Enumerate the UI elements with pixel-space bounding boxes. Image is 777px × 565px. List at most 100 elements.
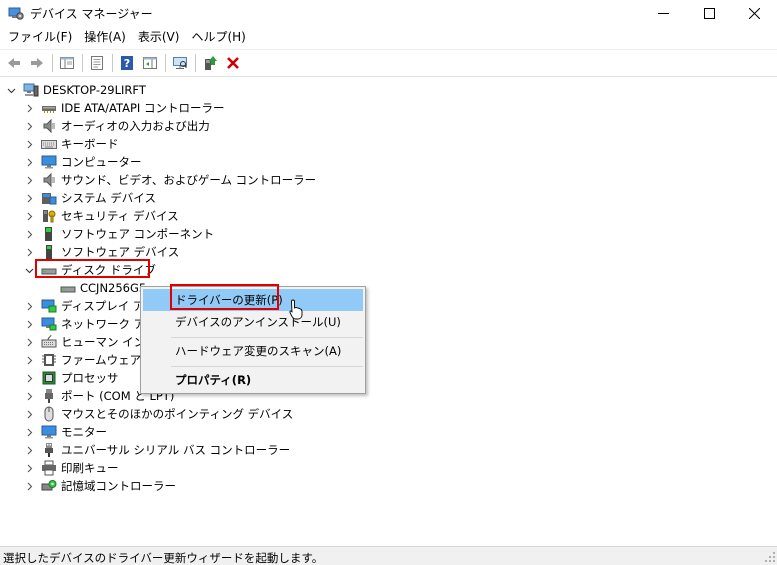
uninstall-device-button[interactable] [222,52,244,74]
chevron-down-icon[interactable] [6,85,16,95]
tree-item-processors[interactable]: プロセッサ [0,369,777,387]
disk-drives-highlight [35,259,150,278]
chevron-right-icon[interactable] [24,355,34,365]
maximize-button[interactable] [686,0,732,26]
chevron-right-icon[interactable] [24,157,34,167]
tree-item-label: システム デバイス [61,191,156,205]
minimize-icon [657,12,669,14]
menu-view[interactable]: 表示(V) [132,27,186,47]
processor-icon [41,370,57,386]
close-button[interactable] [731,0,777,26]
chevron-right-icon[interactable] [24,121,34,131]
hand-cursor-icon [289,299,303,320]
chevron-right-icon[interactable] [24,337,34,347]
action-pane-button[interactable] [139,52,161,74]
chevron-right-icon[interactable] [24,391,34,401]
scan-hardware-button[interactable] [169,52,191,74]
port-icon [41,388,57,404]
menu-action[interactable]: 操作(A) [78,27,132,47]
chevron-right-icon[interactable] [24,301,34,311]
chevron-right-icon[interactable] [24,409,34,419]
back-arrow-icon [8,58,20,68]
tree-item-system-devices[interactable]: システム デバイス [0,189,777,207]
tree-item-label: モニター [61,425,107,439]
tree-item-label: セキュリティ デバイス [61,209,179,223]
network-adapter-icon [41,316,57,332]
keyboard-icon [41,136,57,152]
tree-root-label: DESKTOP-29LIRFT [43,83,146,97]
tree-item-usb[interactable]: ユニバーサル シリアル バス コントローラー [0,441,777,459]
tree-root[interactable]: DESKTOP-29LIRFT [0,81,777,99]
tree-item-security-devices[interactable]: セキュリティ デバイス [0,207,777,225]
properties-button[interactable] [86,52,108,74]
tree-item-ports[interactable]: ポート (COM と LPT) [0,387,777,405]
tree-item-keyboard[interactable]: キーボード [0,135,777,153]
tree-item-ide-controller[interactable]: IDE ATA/ATAPI コントローラー [0,99,777,117]
toolbar-separator [195,54,196,72]
menu-properties[interactable]: プロパティ(R) [143,369,363,391]
computer-icon [23,82,39,98]
speaker-icon [41,118,57,134]
chevron-right-icon[interactable] [24,373,34,383]
monitor-icon [41,154,57,170]
firmware-icon [41,352,57,368]
toolbar-separator [165,54,166,72]
svg-text:?: ? [124,57,130,70]
toolbar: ? [0,49,777,77]
status-bar: 選択したデバイスのドライバー更新ウィザードを起動します。 [0,546,777,565]
tree-item-audio-io[interactable]: オーディオの入力および出力 [0,117,777,135]
tree-item-hid[interactable]: ヒューマン インターフェイス デバイス [0,333,777,351]
display-adapter-icon [41,298,57,314]
chevron-right-icon[interactable] [24,247,34,257]
chevron-right-icon[interactable] [24,427,34,437]
uninstall-device-icon [227,57,239,69]
menu-separator [171,337,363,338]
tree-item-label: 記憶域コントローラー [61,479,176,493]
resize-grip-icon[interactable] [763,549,777,564]
maximize-icon [703,7,715,19]
console-tree-button[interactable] [56,52,78,74]
tree-item-monitors[interactable]: モニター [0,423,777,441]
tree-item-software-components[interactable]: ソフトウェア コンポーネント [0,225,777,243]
tree-item-network-adapters[interactable]: ネットワーク アダプター [0,315,777,333]
tree-item-label: マウスとそのほかのポインティング デバイス [61,407,294,421]
chevron-right-icon[interactable] [24,481,34,491]
ide-controller-icon [41,100,57,116]
close-icon [748,7,760,19]
status-text: 選択したデバイスのドライバー更新ウィザードを起動します。 [3,551,324,565]
title-bar: デバイス マネージャー [0,0,777,26]
chevron-right-icon[interactable] [24,211,34,221]
tree-item-computer[interactable]: コンピューター [0,153,777,171]
menu-file[interactable]: ファイル(F) [2,27,78,47]
menu-scan-hardware[interactable]: ハードウェア変更のスキャン(A) [143,340,363,362]
tree-item-firmware[interactable]: ファームウェア [0,351,777,369]
tree-item-mice[interactable]: マウスとそのほかのポインティング デバイス [0,405,777,423]
chevron-right-icon[interactable] [24,463,34,473]
chevron-right-icon[interactable] [24,445,34,455]
chevron-right-icon[interactable] [24,139,34,149]
tree-item-disk-ccjn[interactable]: CCJN256G5... [0,279,777,297]
chevron-right-icon[interactable] [24,193,34,203]
tree-item-label: キーボード [61,137,119,151]
help-icon: ? [121,56,133,70]
menu-uninstall-device[interactable]: デバイスのアンインストール(U) [143,311,363,333]
minimize-button[interactable] [640,0,686,26]
action-pane-icon [143,57,157,69]
chevron-right-icon[interactable] [24,229,34,239]
tree-item-display-adapters[interactable]: ディスプレイ アダプター [0,297,777,315]
update-driver-button[interactable] [199,52,221,74]
printer-icon [41,460,57,476]
help-button[interactable]: ? [116,52,138,74]
forward-button[interactable] [26,52,48,74]
menu-help[interactable]: ヘルプ(H) [185,27,251,47]
chevron-right-icon[interactable] [24,175,34,185]
tree-item-sound-video[interactable]: サウンド、ビデオ、およびゲーム コントローラー [0,171,777,189]
tree-item-label: オーディオの入力および出力 [61,119,210,133]
forward-arrow-icon [31,58,43,68]
tree-item-storage-controllers[interactable]: 記憶域コントローラー [0,477,777,495]
chevron-right-icon[interactable] [24,319,34,329]
chevron-down-icon[interactable] [24,265,34,275]
chevron-right-icon[interactable] [24,103,34,113]
back-button[interactable] [3,52,25,74]
tree-item-print-queues[interactable]: 印刷キュー [0,459,777,477]
